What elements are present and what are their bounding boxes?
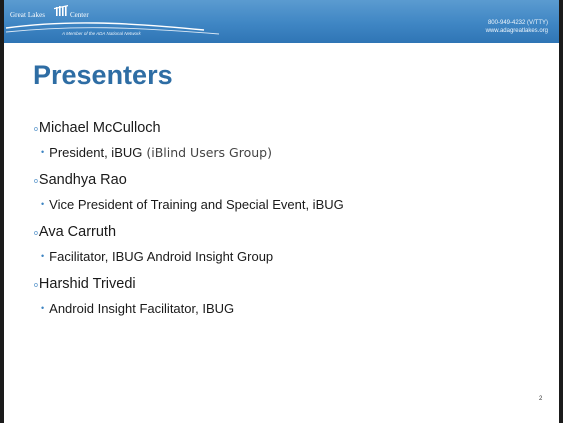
presenter-name: Sandhya Rao [38,172,127,188]
presenter-list: o Michael McCulloch • President, iBUG (i… [34,116,554,324]
level1-bullet-icon: o [34,230,38,237]
presenter-role: Facilitator, IBUG Android Insight Group [49,248,274,264]
presenter-name-row: o Ava Carruth [34,220,554,240]
logo-swoosh-icon [5,22,220,35]
contact-info: 800-949-4232 (V/TTY) www.adagreatlakes.o… [486,19,548,35]
presenter-role: Android Insight Facilitator, IBUG [49,300,235,316]
presenter-role: Vice President of Training and Special E… [49,196,344,212]
network-tagline: A Member of the ADA National Network [62,31,141,36]
slide: Great Lakes Center A Member of the ADA N… [4,0,559,423]
slide-title: Presenters [33,60,173,90]
presenter-role: President, iBUG [49,144,143,160]
presenter-role-row: • Android Insight Facilitator, IBUG [41,298,554,318]
presenter-name-row: o Michael McCulloch [34,116,554,136]
level2-bullet-icon: • [41,251,45,261]
presenter-name: Harshid Trivedi [38,276,136,292]
level1-bullet-icon: o [34,178,38,185]
presenter-role-row: • President, iBUG (iBlind Users Group) [41,142,554,162]
level1-bullet-icon: o [34,282,38,289]
level2-bullet-icon: • [41,147,45,157]
presenter-name-row: o Harshid Trivedi [34,272,554,292]
presenter-role-row: • Vice President of Training and Special… [41,194,554,214]
page-number: 2 [539,396,543,402]
presenter-role-extra: (iBlind Users Group) [146,144,272,160]
presenter-name: Ava Carruth [38,224,117,240]
header-banner: Great Lakes Center A Member of the ADA N… [4,0,559,43]
phone-number: 800-949-4232 (V/TTY) [487,20,548,26]
level2-bullet-icon: • [41,303,45,313]
website-url: www.adagreatlakes.org [485,28,548,34]
level2-bullet-icon: • [41,199,45,209]
presenter-name: Michael McCulloch [38,120,161,136]
presenter-name-row: o Sandhya Rao [34,168,554,188]
presenter-role-row: • Facilitator, IBUG Android Insight Grou… [41,246,554,266]
level1-bullet-icon: o [34,126,38,133]
